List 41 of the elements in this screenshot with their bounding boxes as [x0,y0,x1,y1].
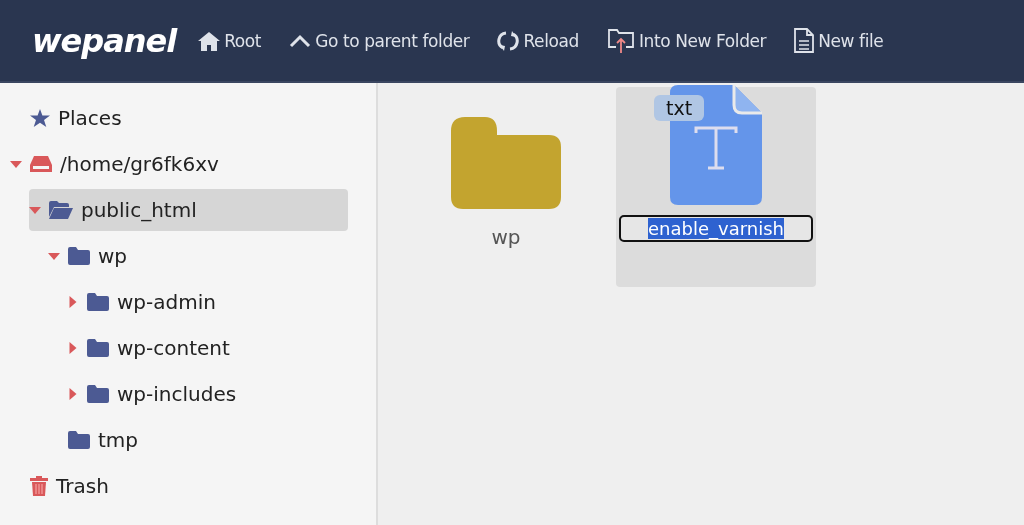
toolbar-button[interactable]: Root [198,30,262,51]
caret-down-icon[interactable] [29,206,41,214]
folder-icon [451,117,561,209]
tree-item[interactable]: wp-content [67,327,348,369]
tree-item[interactable]: wp-includes [67,373,348,415]
folder-icon [87,293,109,311]
file-tile[interactable]: wp [406,87,606,287]
tree-item[interactable]: Trash [10,465,348,507]
document-icon [794,28,815,53]
file-type-badge: txt [654,95,705,121]
caret-right-icon[interactable] [67,388,79,400]
caret-right-icon[interactable] [67,296,79,308]
rename-field[interactable]: enable_varnish [619,215,813,242]
tree-item[interactable]: public_html [29,189,348,231]
folder-icon [68,431,90,449]
star-icon [30,108,50,128]
file-name: wp [491,225,521,249]
file-tile[interactable]: txt enable_varnish [616,87,816,287]
tree-item[interactable]: wp [48,235,348,277]
chevron-up-icon [289,33,312,48]
tree-item[interactable]: wp-admin [67,281,348,323]
folder-icon [68,247,90,265]
folder-upload-icon [606,27,635,54]
reload-icon [497,29,520,52]
caret-down-icon[interactable] [10,160,22,168]
logo[interactable]: wepanel [32,21,177,60]
folder-icon [87,385,109,403]
caret-right-icon[interactable] [67,342,79,354]
toolbar-button[interactable]: Go to parent folder [289,30,470,51]
toolbar-button[interactable]: Into New Folder [606,27,767,54]
tree-item[interactable]: /home/gr6fk6xv [10,143,348,185]
folder-icon [87,339,109,357]
tree-item[interactable]: tmp [48,419,348,461]
home-icon [198,30,221,51]
trash-icon [30,476,48,496]
caret-down-icon[interactable] [48,252,60,260]
drive-icon [30,155,52,173]
tree-item[interactable]: Places [10,97,348,139]
open-folder-icon [49,201,73,219]
toolbar-button[interactable]: Reload [497,29,579,52]
toolbar-button[interactable]: New file [794,28,884,53]
